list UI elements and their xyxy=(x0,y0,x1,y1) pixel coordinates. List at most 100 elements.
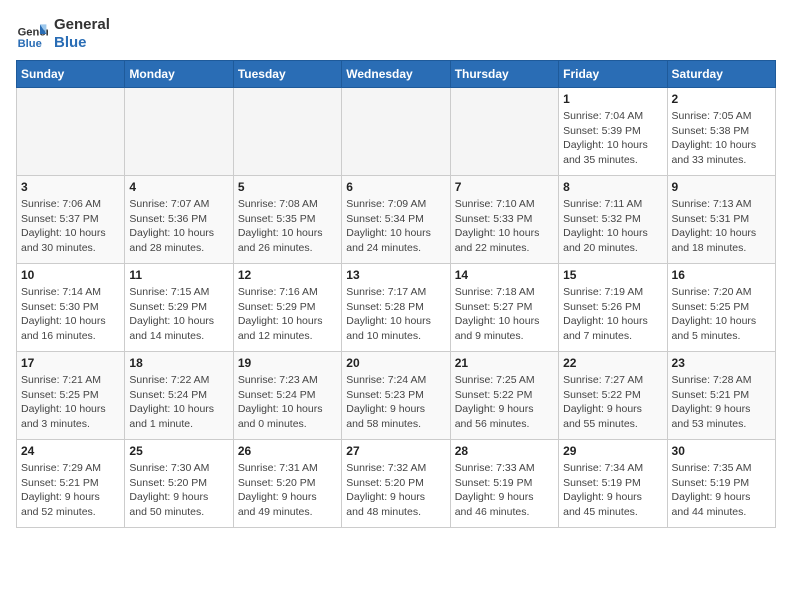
day-info: Sunrise: 7:29 AM Sunset: 5:21 PM Dayligh… xyxy=(21,461,120,520)
logo: General Blue General Blue xyxy=(16,16,110,52)
calendar-cell: 8 Sunrise: 7:11 AM Sunset: 5:32 PM Daylig… xyxy=(559,176,667,264)
week-row-1: 1Sunrise: 7:04 AM Sunset: 5:39 PM Daylig… xyxy=(17,88,776,176)
calendar-cell: 23Sunrise: 7:28 AM Sunset: 5:21 PM Dayli… xyxy=(667,352,775,440)
day-info: Sunrise: 7:18 AM Sunset: 5:27 PM Dayligh… xyxy=(455,285,554,344)
day-info: Sunrise: 7:15 AM Sunset: 5:29 PM Dayligh… xyxy=(129,285,228,344)
calendar-cell: 5 Sunrise: 7:08 AM Sunset: 5:35 PM Daylig… xyxy=(233,176,341,264)
day-info: Sunrise: 7:04 AM Sunset: 5:39 PM Dayligh… xyxy=(563,109,662,168)
calendar-cell: 11 Sunrise: 7:15 AM Sunset: 5:29 PM Dayli… xyxy=(125,264,233,352)
day-info: Sunrise: 7:24 AM Sunset: 5:23 PM Dayligh… xyxy=(346,373,445,432)
calendar-cell: 30 Sunrise: 7:35 AM Sunset: 5:19 PM Dayli… xyxy=(667,440,775,528)
day-number: 30 xyxy=(672,444,771,458)
day-header-tuesday: Tuesday xyxy=(233,61,341,88)
calendar-cell: 26 Sunrise: 7:31 AM Sunset: 5:20 PM Dayli… xyxy=(233,440,341,528)
logo-line1: General xyxy=(54,16,110,34)
day-number: 22 xyxy=(563,356,662,370)
day-number: 5 xyxy=(238,180,337,194)
day-number: 25 xyxy=(129,444,228,458)
calendar-cell: 18 Sunrise: 7:22 AM Sunset: 5:24 PM Dayli… xyxy=(125,352,233,440)
day-info: Sunrise: 7:06 AM Sunset: 5:37 PM Dayligh… xyxy=(21,197,120,256)
day-info: Sunrise: 7:05 AM Sunset: 5:38 PM Dayligh… xyxy=(672,109,771,168)
calendar-header-row: SundayMondayTuesdayWednesdayThursdayFrid… xyxy=(17,61,776,88)
day-info: Sunrise: 7:23 AM Sunset: 5:24 PM Dayligh… xyxy=(238,373,337,432)
calendar-cell xyxy=(450,88,558,176)
svg-text:Blue: Blue xyxy=(18,38,42,50)
day-header-friday: Friday xyxy=(559,61,667,88)
day-number: 11 xyxy=(129,268,228,282)
day-info: Sunrise: 7:34 AM Sunset: 5:19 PM Dayligh… xyxy=(563,461,662,520)
day-info: Sunrise: 7:20 AM Sunset: 5:25 PM Dayligh… xyxy=(672,285,771,344)
calendar-table: SundayMondayTuesdayWednesdayThursdayFrid… xyxy=(16,60,776,528)
day-info: Sunrise: 7:08 AM Sunset: 5:35 PM Dayligh… xyxy=(238,197,337,256)
calendar-cell: 20 Sunrise: 7:24 AM Sunset: 5:23 PM Dayli… xyxy=(342,352,450,440)
calendar-cell: 28Sunrise: 7:33 AM Sunset: 5:19 PM Dayli… xyxy=(450,440,558,528)
logo-line2: Blue xyxy=(54,34,110,52)
day-number: 17 xyxy=(21,356,120,370)
calendar-cell: 7Sunrise: 7:10 AM Sunset: 5:33 PM Daylig… xyxy=(450,176,558,264)
day-number: 14 xyxy=(455,268,554,282)
page-header: General Blue General Blue xyxy=(16,16,776,52)
week-row-3: 10 Sunrise: 7:14 AM Sunset: 5:30 PM Dayli… xyxy=(17,264,776,352)
day-number: 12 xyxy=(238,268,337,282)
day-info: Sunrise: 7:31 AM Sunset: 5:20 PM Dayligh… xyxy=(238,461,337,520)
day-info: Sunrise: 7:21 AM Sunset: 5:25 PM Dayligh… xyxy=(21,373,120,432)
day-info: Sunrise: 7:19 AM Sunset: 5:26 PM Dayligh… xyxy=(563,285,662,344)
calendar-cell: 25Sunrise: 7:30 AM Sunset: 5:20 PM Dayli… xyxy=(125,440,233,528)
day-header-saturday: Saturday xyxy=(667,61,775,88)
calendar-cell: 14 Sunrise: 7:18 AM Sunset: 5:27 PM Dayli… xyxy=(450,264,558,352)
calendar-cell: 24 Sunrise: 7:29 AM Sunset: 5:21 PM Dayli… xyxy=(17,440,125,528)
day-info: Sunrise: 7:28 AM Sunset: 5:21 PM Dayligh… xyxy=(672,373,771,432)
day-info: Sunrise: 7:33 AM Sunset: 5:19 PM Dayligh… xyxy=(455,461,554,520)
calendar-cell: 9 Sunrise: 7:13 AM Sunset: 5:31 PM Daylig… xyxy=(667,176,775,264)
day-info: Sunrise: 7:32 AM Sunset: 5:20 PM Dayligh… xyxy=(346,461,445,520)
calendar-cell: 1Sunrise: 7:04 AM Sunset: 5:39 PM Daylig… xyxy=(559,88,667,176)
calendar-cell: 3 Sunrise: 7:06 AM Sunset: 5:37 PM Daylig… xyxy=(17,176,125,264)
day-header-sunday: Sunday xyxy=(17,61,125,88)
day-number: 8 xyxy=(563,180,662,194)
calendar-cell xyxy=(342,88,450,176)
day-number: 3 xyxy=(21,180,120,194)
calendar-cell xyxy=(17,88,125,176)
week-row-4: 17 Sunrise: 7:21 AM Sunset: 5:25 PM Dayli… xyxy=(17,352,776,440)
day-info: Sunrise: 7:10 AM Sunset: 5:33 PM Dayligh… xyxy=(455,197,554,256)
calendar-cell: 16 Sunrise: 7:20 AM Sunset: 5:25 PM Dayli… xyxy=(667,264,775,352)
calendar-cell: 22 Sunrise: 7:27 AM Sunset: 5:22 PM Dayli… xyxy=(559,352,667,440)
calendar-cell: 12 Sunrise: 7:16 AM Sunset: 5:29 PM Dayli… xyxy=(233,264,341,352)
calendar-cell: 15 Sunrise: 7:19 AM Sunset: 5:26 PM Dayli… xyxy=(559,264,667,352)
day-number: 2 xyxy=(672,92,771,106)
day-number: 15 xyxy=(563,268,662,282)
calendar-cell: 29 Sunrise: 7:34 AM Sunset: 5:19 PM Dayli… xyxy=(559,440,667,528)
day-info: Sunrise: 7:35 AM Sunset: 5:19 PM Dayligh… xyxy=(672,461,771,520)
day-info: Sunrise: 7:16 AM Sunset: 5:29 PM Dayligh… xyxy=(238,285,337,344)
day-number: 20 xyxy=(346,356,445,370)
week-row-2: 3 Sunrise: 7:06 AM Sunset: 5:37 PM Daylig… xyxy=(17,176,776,264)
calendar-cell: 4Sunrise: 7:07 AM Sunset: 5:36 PM Daylig… xyxy=(125,176,233,264)
calendar-cell: 6Sunrise: 7:09 AM Sunset: 5:34 PM Daylig… xyxy=(342,176,450,264)
day-info: Sunrise: 7:17 AM Sunset: 5:28 PM Dayligh… xyxy=(346,285,445,344)
day-info: Sunrise: 7:25 AM Sunset: 5:22 PM Dayligh… xyxy=(455,373,554,432)
calendar-cell xyxy=(233,88,341,176)
day-info: Sunrise: 7:09 AM Sunset: 5:34 PM Dayligh… xyxy=(346,197,445,256)
calendar-cell: 27 Sunrise: 7:32 AM Sunset: 5:20 PM Dayli… xyxy=(342,440,450,528)
day-number: 19 xyxy=(238,356,337,370)
day-number: 24 xyxy=(21,444,120,458)
day-number: 9 xyxy=(672,180,771,194)
day-info: Sunrise: 7:07 AM Sunset: 5:36 PM Dayligh… xyxy=(129,197,228,256)
day-info: Sunrise: 7:27 AM Sunset: 5:22 PM Dayligh… xyxy=(563,373,662,432)
week-row-5: 24 Sunrise: 7:29 AM Sunset: 5:21 PM Dayli… xyxy=(17,440,776,528)
day-info: Sunrise: 7:14 AM Sunset: 5:30 PM Dayligh… xyxy=(21,285,120,344)
day-number: 29 xyxy=(563,444,662,458)
day-number: 18 xyxy=(129,356,228,370)
day-number: 10 xyxy=(21,268,120,282)
day-number: 16 xyxy=(672,268,771,282)
calendar-cell: 17 Sunrise: 7:21 AM Sunset: 5:25 PM Dayli… xyxy=(17,352,125,440)
logo-icon: General Blue xyxy=(16,18,48,50)
day-number: 27 xyxy=(346,444,445,458)
calendar-cell: 2 Sunrise: 7:05 AM Sunset: 5:38 PM Daylig… xyxy=(667,88,775,176)
day-header-thursday: Thursday xyxy=(450,61,558,88)
day-info: Sunrise: 7:22 AM Sunset: 5:24 PM Dayligh… xyxy=(129,373,228,432)
calendar-cell: 19 Sunrise: 7:23 AM Sunset: 5:24 PM Dayli… xyxy=(233,352,341,440)
day-info: Sunrise: 7:11 AM Sunset: 5:32 PM Dayligh… xyxy=(563,197,662,256)
day-number: 26 xyxy=(238,444,337,458)
day-info: Sunrise: 7:13 AM Sunset: 5:31 PM Dayligh… xyxy=(672,197,771,256)
